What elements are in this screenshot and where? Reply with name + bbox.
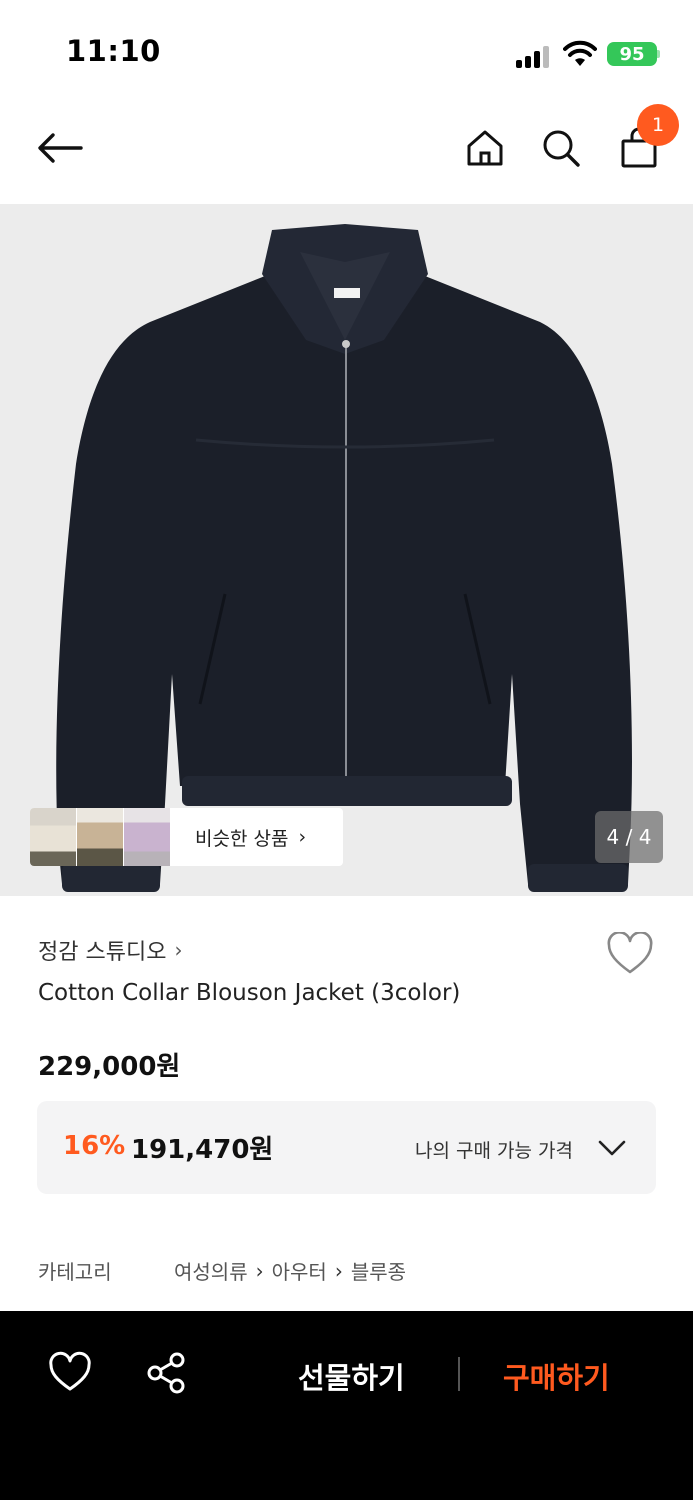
category-item-outerwear[interactable]: 아우터 bbox=[272, 1256, 327, 1285]
wishlist-button[interactable] bbox=[606, 931, 654, 976]
back-button[interactable] bbox=[32, 122, 88, 174]
similar-product-thumbnail bbox=[77, 808, 124, 866]
category-path: 여성의류 › 아우터 › 블루종 bbox=[174, 1256, 406, 1285]
chevron-right-icon: › bbox=[174, 938, 183, 962]
chevron-down-icon bbox=[598, 1140, 626, 1156]
product-image-gallery[interactable]: 비슷한 상품 › 4 / 4 bbox=[0, 204, 693, 896]
similar-product-thumbnail bbox=[30, 808, 77, 866]
image-counter: 4 / 4 bbox=[595, 811, 663, 863]
image-counter-text: 4 / 4 bbox=[606, 825, 652, 849]
discount-rate: 16% bbox=[63, 1131, 126, 1161]
home-icon bbox=[467, 130, 503, 166]
buy-button[interactable]: 구매하기 bbox=[503, 1355, 610, 1397]
gift-button[interactable]: 선물하기 bbox=[298, 1355, 405, 1397]
similar-product-thumbnail bbox=[124, 808, 171, 866]
battery-nub bbox=[657, 50, 660, 58]
divider bbox=[458, 1357, 460, 1391]
cart-count-badge: 1 bbox=[637, 104, 679, 146]
battery-level: 95 bbox=[619, 43, 645, 65]
arrow-left-icon bbox=[38, 133, 83, 163]
product-title: Cotton Collar Blouson Jacket (3color) bbox=[38, 980, 461, 1006]
battery-indicator: 95 bbox=[607, 42, 657, 66]
home-button[interactable] bbox=[460, 122, 510, 174]
cellular-signal-icon bbox=[516, 44, 552, 68]
chevron-right-icon: › bbox=[334, 1258, 343, 1283]
search-button[interactable] bbox=[536, 122, 586, 174]
my-price-label: 나의 구매 가능 가격 bbox=[415, 1140, 573, 1162]
top-navigation bbox=[0, 100, 693, 204]
category-label: 카테고리 bbox=[38, 1260, 112, 1284]
discount-price: 191,470원 bbox=[131, 1135, 274, 1165]
similar-products-label: 비슷한 상품 bbox=[195, 827, 289, 850]
like-button[interactable] bbox=[46, 1351, 94, 1399]
cart-count: 1 bbox=[651, 114, 665, 136]
heart-outline-icon bbox=[607, 931, 653, 974]
bottom-action-bar: 선물하기 구매하기 bbox=[0, 1311, 693, 1500]
brand-name: 정감 스튜디오 bbox=[38, 940, 167, 965]
status-time: 11:10 bbox=[66, 34, 161, 68]
original-price: 229,000원 bbox=[38, 1052, 181, 1082]
product-image bbox=[56, 224, 632, 892]
share-button[interactable] bbox=[142, 1351, 190, 1399]
chevron-right-icon: › bbox=[255, 1258, 264, 1283]
category-item-womens-clothing[interactable]: 여성의류 bbox=[174, 1256, 248, 1285]
search-icon bbox=[543, 130, 580, 167]
chevron-right-icon: › bbox=[298, 826, 307, 848]
category-breadcrumb: 카테고리 여성의류 › 아우터 › 블루종 bbox=[38, 1256, 658, 1286]
similar-products-button[interactable]: 비슷한 상품 › bbox=[30, 808, 343, 866]
category-item-blouson[interactable]: 블루종 bbox=[351, 1256, 406, 1285]
heart-outline-icon bbox=[49, 1351, 91, 1391]
share-icon bbox=[147, 1352, 185, 1394]
my-price-dropdown[interactable]: 16% 191,470원 나의 구매 가능 가격 bbox=[37, 1101, 656, 1194]
brand-link[interactable]: 정감 스튜디오 › bbox=[38, 934, 182, 966]
status-bar: 11:10 95 bbox=[0, 0, 693, 100]
wifi-icon bbox=[563, 40, 597, 66]
